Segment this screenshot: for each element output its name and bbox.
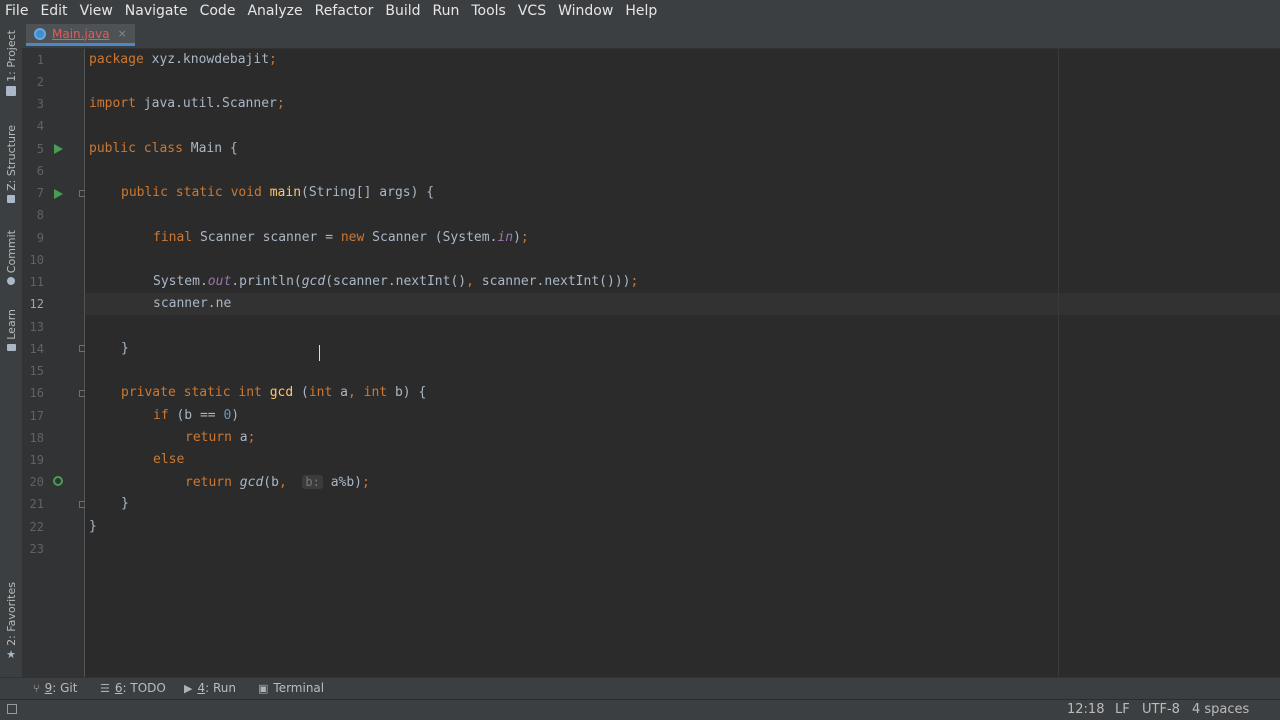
todo-toolwindow-button[interactable]: ☰ 6: TODO [100,678,166,699]
menu-window[interactable]: Window [552,0,619,22]
line-number: 14 [29,342,44,356]
line-number: 5 [36,142,44,156]
line-separator[interactable]: LF [1115,700,1130,720]
menu-navigate[interactable]: Navigate [119,0,194,22]
line-number: 17 [29,409,44,423]
line-number: 3 [36,97,44,111]
structure-icon [7,194,15,203]
line-number: 21 [29,497,44,511]
text-caret [319,345,320,361]
git-branch-icon: ⑂ [33,682,40,695]
menu-view[interactable]: View [74,0,119,22]
commit-toolwindow-label: Commit [4,230,18,274]
parameter-hint: b: [302,475,323,489]
line-number: 10 [29,253,44,267]
learn-toolwindow-label: Learn [4,309,18,340]
code-line: private static int gcd (int a, int b) { [121,385,427,400]
code-line: if (b == 0) [153,408,240,423]
line-number: 12 [29,297,44,311]
learn-toolwindow-button[interactable]: Learn [0,309,22,351]
line-number: 20 [29,475,44,489]
code-line: public class Main { [89,141,238,156]
left-toolwindow-strip: 1: Project Z: Structure Commit Learn 2: … [0,22,23,677]
line-number: 2 [36,75,44,89]
terminal-toolwindow-button[interactable]: ▣ Terminal [258,678,324,699]
code-line: final Scanner scanner = new Scanner (Sys… [153,230,529,245]
terminal-icon: ▣ [258,682,269,695]
line-number: 8 [36,208,44,222]
favorites-toolwindow-label: 2: Favorites [4,582,18,646]
git-toolwindow-button[interactable]: ⑂ 9: Git [33,678,77,699]
menu-edit[interactable]: Edit [34,0,73,22]
menu-vcs[interactable]: VCS [512,0,552,22]
right-margin-guide [1058,49,1059,677]
code-line: public static void main(String[] args) { [121,185,435,200]
line-number: 1 [36,53,44,67]
code-line: scanner.ne [153,296,232,311]
code-line: import java.util.Scanner; [89,96,285,111]
code-line: System.out.println(gcd(scanner.nextInt()… [153,274,639,289]
run-class-icon[interactable] [54,144,63,154]
code-line: } [121,341,129,356]
line-number: 4 [36,119,44,133]
tab-main-java[interactable]: Main.java × [26,24,135,46]
line-number: 15 [29,364,44,378]
editor-gutter: 1 2 3 4 5 6 7 8 9 10 11 12 13 14 15 16 1… [22,49,86,677]
indent-setting[interactable]: 4 spaces [1192,700,1249,720]
bottom-toolwindow-bar: ⑂ 9: Git ☰ 6: TODO ▶ 4: Run ▣ Terminal [0,677,1280,699]
line-number: 18 [29,431,44,445]
current-line-highlight [85,293,1280,315]
editor-tab-bar: Main.java × [22,22,1280,49]
structure-toolwindow-button[interactable]: Z: Structure [0,125,22,203]
line-number: 9 [36,231,44,245]
code-line: return a; [185,430,256,445]
caret-position[interactable]: 12:18 [1067,700,1104,720]
line-number: 22 [29,520,44,534]
close-icon[interactable]: × [118,27,127,40]
code-line: else [153,452,185,467]
file-encoding[interactable]: UTF-8 [1142,700,1180,720]
menu-help[interactable]: Help [619,0,663,22]
project-toolwindow-button[interactable]: 1: Project [0,30,22,96]
code-line: } [121,496,129,511]
code-line: return gcd(b, b: a%b); [185,475,370,490]
run-icon: ▶ [184,682,193,695]
menu-bar: File Edit View Navigate Code Analyze Ref… [0,0,1280,22]
code-line: } [89,519,97,534]
tab-label: Main.java [52,26,110,41]
menu-code[interactable]: Code [194,0,242,22]
menu-run[interactable]: Run [427,0,466,22]
project-toolwindow-label: 1: Project [4,30,18,82]
favorites-toolwindow-button[interactable]: 2: Favorites ★ [0,582,22,661]
line-number: 6 [36,164,44,178]
commit-toolwindow-button[interactable]: Commit [0,230,22,286]
line-number: 16 [29,386,44,400]
folder-icon [6,85,16,96]
structure-toolwindow-label: Z: Structure [4,125,18,191]
star-icon: ★ [6,647,16,661]
menu-file[interactable]: File [0,0,34,22]
line-number: 13 [29,320,44,334]
menu-tools[interactable]: Tools [465,0,512,22]
line-number: 19 [29,453,44,467]
run-main-icon[interactable] [54,189,63,199]
menu-refactor[interactable]: Refactor [309,0,380,22]
line-number: 11 [29,275,44,289]
code-editor[interactable]: package xyz.knowdebajit; import java.uti… [85,49,1280,677]
list-icon: ☰ [100,682,110,695]
recursive-call-icon [53,476,63,486]
java-class-icon [34,27,46,40]
status-bar: 12:18 LF UTF-8 4 spaces [0,699,1280,720]
commit-icon [7,277,15,286]
menu-analyze[interactable]: Analyze [241,0,308,22]
line-number: 23 [29,542,44,556]
line-number: 7 [36,186,44,200]
toggle-toolwindows-icon[interactable] [7,704,17,714]
run-toolwindow-button[interactable]: ▶ 4: Run [184,678,236,699]
menu-build[interactable]: Build [379,0,426,22]
code-line: package xyz.knowdebajit; [89,52,277,67]
graduation-cap-icon [6,343,16,351]
